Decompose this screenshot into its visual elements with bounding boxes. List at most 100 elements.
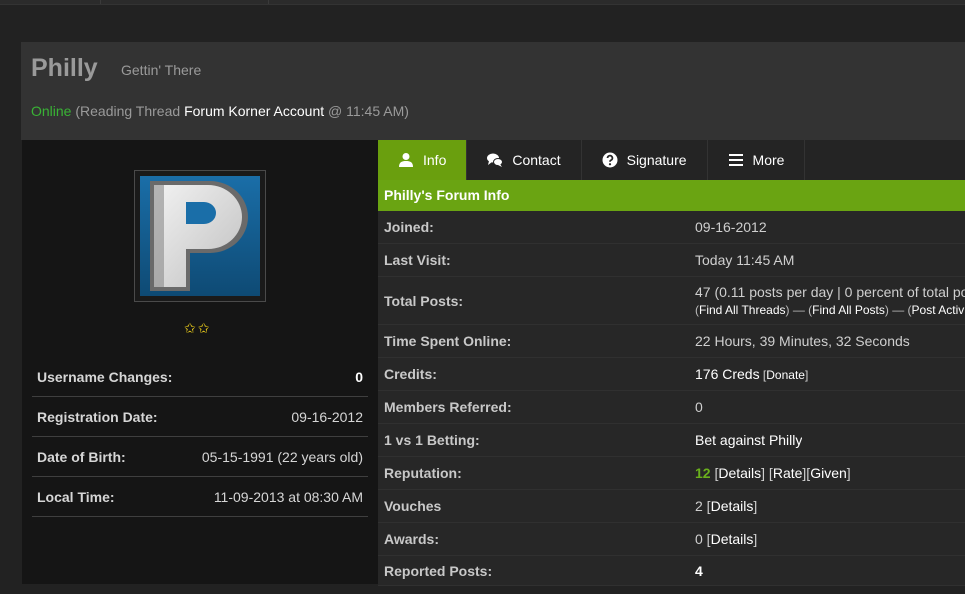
info-label: 1 vs 1 Betting: xyxy=(384,432,480,448)
info-label: Last Visit: xyxy=(384,252,451,268)
reputation-value[interactable]: 12 xyxy=(695,465,711,481)
profile-username: Philly xyxy=(31,54,98,82)
awards-details-link[interactable]: Details xyxy=(711,531,754,547)
info-row-members-referred: Members Referred: 0 xyxy=(378,391,965,424)
tab-label: Contact xyxy=(512,152,561,168)
stat-row-username-changes: Username Changes: 0 xyxy=(32,357,368,397)
find-all-posts-link[interactable]: Find All Posts xyxy=(812,303,885,317)
online-status: Online (Reading Thread Forum Korner Acco… xyxy=(31,103,409,119)
info-row-reported-posts: Reported Posts: 4 xyxy=(378,556,965,586)
tab-info[interactable]: Info xyxy=(378,140,468,180)
info-value: 2 [Details] xyxy=(695,498,757,514)
tab-signature[interactable]: Signature xyxy=(582,140,708,180)
avatar xyxy=(140,176,260,296)
info-value: 09-16-2012 xyxy=(695,219,767,235)
info-label: Vouches xyxy=(384,498,442,514)
info-label: Total Posts: xyxy=(384,292,464,309)
stat-row-registration-date: Registration Date: 09-16-2012 xyxy=(32,397,368,437)
info-value: 47 (0.11 posts per day | 0 percent of to… xyxy=(695,284,965,317)
vouches-value: 2 xyxy=(695,498,703,514)
info-value: Bet against Philly xyxy=(695,432,802,448)
info-row-awards: Awards: 0 [Details] xyxy=(378,523,965,556)
chat-bubbles-icon xyxy=(487,152,504,168)
reported-posts-value[interactable]: 4 xyxy=(695,563,703,579)
stat-label: Date of Birth: xyxy=(37,448,126,465)
sidebar-stats: Username Changes: 0 Registration Date: 0… xyxy=(32,357,368,517)
stat-value: 0 xyxy=(355,368,363,385)
post-activity-link[interactable]: Post Activity xyxy=(912,303,965,317)
tab-label: More xyxy=(752,152,785,168)
info-label: Credits: xyxy=(384,366,437,382)
link-separator: ) — ( xyxy=(785,303,813,317)
info-label: Reported Posts: xyxy=(384,562,493,579)
info-row-reputation: Reputation: 12 [Details] [Rate][Given] xyxy=(378,457,965,490)
info-row-credits: Credits: 176 Creds [Donate] xyxy=(378,358,965,391)
total-posts-value: 47 (0.11 posts per day | 0 percent of to… xyxy=(695,284,965,300)
profile-tabs: Info Contact Signature More xyxy=(378,140,965,180)
stat-label: Local Time: xyxy=(37,488,115,505)
info-label: Joined: xyxy=(384,219,434,235)
reputation-given-link[interactable]: Given xyxy=(810,465,847,481)
reputation-details-link[interactable]: Details xyxy=(718,465,761,481)
profile-sidebar: ✩✩ Username Changes: 0 Registration Date… xyxy=(22,140,378,584)
info-label: Time Spent Online: xyxy=(384,333,512,349)
info-value: 12 [Details] [Rate][Given] xyxy=(695,465,851,481)
bracket: ] xyxy=(753,498,758,514)
credits-value: 176 Creds xyxy=(695,366,760,382)
stat-label: Registration Date: xyxy=(37,408,158,425)
tab-more[interactable]: More xyxy=(708,140,806,180)
tab-label: Info xyxy=(423,152,447,168)
status-time: @ 11:45 AM) xyxy=(324,103,409,119)
reputation-rate-link[interactable]: Rate xyxy=(773,465,803,481)
online-label: Online xyxy=(31,103,72,119)
info-row-betting: 1 vs 1 Betting: Bet against Philly xyxy=(378,424,965,457)
bracket: ] xyxy=(846,465,851,481)
status-open-text: (Reading Thread xyxy=(71,103,185,119)
info-row-total-posts: Total Posts: 47 (0.11 posts per day | 0 … xyxy=(378,277,965,325)
tab-label: Signature xyxy=(626,152,687,168)
bracket: [ xyxy=(702,498,711,514)
info-label: Reputation: xyxy=(384,465,462,481)
vouches-details-link[interactable]: Details xyxy=(711,498,754,514)
stat-value: 05-15-1991 (22 years old) xyxy=(201,448,363,465)
info-row-time-online: Time Spent Online: 22 Hours, 39 Minutes,… xyxy=(378,325,965,358)
stat-row-local-time: Local Time: 11-09-2013 at 08:30 AM xyxy=(32,477,368,517)
profile-usertitle: Gettin' There xyxy=(121,62,202,78)
avatar-frame xyxy=(134,170,266,302)
strip-divider xyxy=(268,0,269,4)
donate-link[interactable]: Donate xyxy=(766,368,805,382)
stat-row-date-of-birth: Date of Birth: 05-15-1991 (22 years old) xyxy=(32,437,368,477)
info-value: 0 xyxy=(695,399,703,415)
link-separator: ) — ( xyxy=(884,303,912,317)
info-row-last-visit: Last Visit: Today 11:45 AM xyxy=(378,244,965,277)
profile-header: Philly Gettin' There Online (Reading Thr… xyxy=(21,42,965,140)
info-value: 0 [Details] xyxy=(695,531,757,547)
awards-value: 0 xyxy=(695,531,703,547)
user-icon xyxy=(398,152,414,168)
bracket: ] xyxy=(804,368,809,382)
info-value: 176 Creds [Donate] xyxy=(695,366,808,382)
info-value: 4 xyxy=(695,563,703,579)
info-value: 22 Hours, 39 Minutes, 32 Seconds xyxy=(695,333,910,349)
forum-info-table: Joined: 09-16-2012 Last Visit: Today 11:… xyxy=(378,211,965,586)
tab-contact[interactable]: Contact xyxy=(467,140,582,180)
info-label: Awards: xyxy=(384,531,439,547)
question-circle-icon xyxy=(602,152,618,168)
thread-link[interactable]: Forum Korner Account xyxy=(184,103,324,119)
info-row-vouches: Vouches 2 [Details] xyxy=(378,490,965,523)
post-links: (Find All Threads) — (Find All Posts) — … xyxy=(695,303,965,317)
rank-stars-icon: ✩✩ xyxy=(184,320,212,336)
forum-info-title: Philly's Forum Info xyxy=(378,180,965,211)
bracket: ] [ xyxy=(761,465,773,481)
info-label: Members Referred: xyxy=(384,399,512,415)
bet-against-link[interactable]: Bet against Philly xyxy=(695,432,802,448)
find-all-threads-link[interactable]: Find All Threads xyxy=(699,303,786,317)
info-value: Today 11:45 AM xyxy=(695,252,795,268)
bracket: ] xyxy=(753,531,758,547)
stat-value: 11-09-2013 at 08:30 AM xyxy=(213,488,363,505)
strip-divider xyxy=(100,0,101,4)
bracket: [ xyxy=(702,531,711,547)
info-row-joined: Joined: 09-16-2012 xyxy=(378,211,965,244)
stat-label: Username Changes: xyxy=(37,368,173,385)
menu-icon xyxy=(728,152,744,168)
